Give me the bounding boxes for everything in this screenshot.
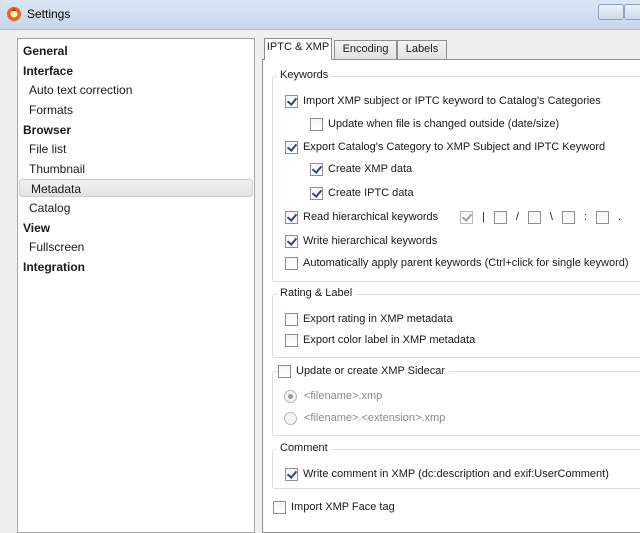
sidecar-label: Update or create XMP Sidecar (296, 365, 445, 377)
title-bar: Settings (0, 0, 640, 30)
separator-options: | / \ : . (460, 209, 630, 225)
auto-parent-row[interactable]: Automatically apply parent keywords (Ctr… (285, 255, 629, 271)
separator-pipe-label: | (482, 211, 485, 223)
sidecar-toggle-row[interactable]: Update or create XMP Sidecar (278, 363, 449, 379)
tab-iptc-xmp[interactable]: IPTC & XMP (264, 38, 332, 60)
export-rating-checkbox[interactable] (285, 312, 298, 326)
export-category-checkbox[interactable] (285, 140, 298, 154)
separator-colon-checkbox[interactable] (561, 210, 575, 224)
tree-item-general[interactable]: General (18, 42, 254, 60)
create-iptc-label: Create IPTC data (328, 187, 414, 199)
tree-item-view[interactable]: View (18, 219, 254, 237)
import-xmp-checkbox[interactable] (285, 94, 298, 108)
tree-item-browser[interactable]: Browser (18, 121, 254, 139)
read-hier-checkbox[interactable] (285, 210, 298, 224)
tree-item-thumbnail[interactable]: Thumbnail (18, 160, 254, 178)
create-xmp-label: Create XMP data (328, 163, 413, 175)
separator-slash-checkbox[interactable] (493, 210, 507, 224)
export-color-label: Export color label in XMP metadata (303, 334, 476, 346)
face-tag-label: Import XMP Face tag (291, 501, 395, 513)
sidecar-option2-row[interactable]: <filename>.<extension>.xmp (284, 410, 445, 426)
face-tag-row[interactable]: Import XMP Face tag (273, 499, 395, 515)
create-iptc-checkbox[interactable] (310, 186, 323, 200)
import-xmp-label: Import XMP subject or IPTC keyword to Ca… (303, 95, 601, 107)
create-xmp-checkbox[interactable] (310, 162, 323, 176)
minimize-button[interactable] (598, 4, 624, 20)
tree-item-fullscreen[interactable]: Fullscreen (18, 238, 254, 256)
tree-item-interface[interactable]: Interface (18, 62, 254, 80)
create-iptc-row[interactable]: Create IPTC data (310, 185, 414, 201)
export-rating-row[interactable]: Export rating in XMP metadata (285, 311, 453, 327)
write-hier-label: Write hierarchical keywords (303, 235, 438, 247)
sidecar-checkbox[interactable] (278, 364, 291, 378)
sidecar-option1-radio[interactable] (284, 389, 297, 403)
separator-backslash-label: \ (549, 211, 553, 223)
sidecar-option1-label: <filename>.xmp (304, 390, 383, 402)
sidecar-option2-label: <filename>.<extension>.xmp (304, 412, 446, 424)
sidecar-option1-row[interactable]: <filename>.xmp (284, 388, 382, 404)
export-category-label: Export Catalog's Category to XMP Subject… (303, 141, 606, 153)
update-outside-checkbox[interactable] (310, 117, 323, 131)
write-comment-row[interactable]: Write comment in XMP (dc:description and… (285, 466, 609, 482)
tree-item-metadata[interactable]: Metadata (19, 179, 253, 197)
read-hier-label: Read hierarchical keywords (303, 211, 439, 223)
tree-item-integration[interactable]: Integration (18, 258, 254, 276)
read-hier-row[interactable]: Read hierarchical keywords (285, 209, 438, 225)
import-xmp-row[interactable]: Import XMP subject or IPTC keyword to Ca… (285, 93, 601, 109)
window-title: Settings (27, 7, 71, 21)
separator-pipe-checkbox[interactable] (460, 210, 473, 224)
comment-group-title: Comment (277, 442, 331, 455)
create-xmp-row[interactable]: Create XMP data (310, 161, 412, 177)
tab-encoding[interactable]: Encoding (334, 40, 397, 59)
separator-dot-label: . (618, 211, 622, 223)
write-hier-row[interactable]: Write hierarchical keywords (285, 233, 437, 249)
rating-group-title: Rating & Label (277, 287, 356, 300)
tab-labels[interactable]: Labels (397, 40, 447, 59)
update-outside-row[interactable]: Update when file is changed outside (dat… (310, 116, 559, 132)
separator-slash-label: / (515, 211, 519, 223)
separator-dot-checkbox[interactable] (596, 210, 610, 224)
auto-parent-label: Automatically apply parent keywords (Ctr… (303, 257, 629, 269)
app-logo-icon (7, 7, 21, 21)
tree-item-catalog[interactable]: Catalog (18, 199, 254, 217)
update-outside-label: Update when file is changed outside (dat… (328, 118, 560, 130)
keywords-group-title: Keywords (277, 69, 332, 82)
export-category-row[interactable]: Export Catalog's Category to XMP Subject… (285, 139, 605, 155)
write-comment-checkbox[interactable] (285, 467, 298, 481)
maximize-button[interactable] (624, 4, 640, 20)
write-hier-checkbox[interactable] (285, 234, 298, 248)
separator-backslash-checkbox[interactable] (527, 210, 541, 224)
export-rating-label: Export rating in XMP metadata (303, 313, 453, 325)
tree-item-formats[interactable]: Formats (18, 101, 254, 119)
sidecar-option2-radio[interactable] (284, 411, 297, 425)
tree-item-auto-text-correction[interactable]: Auto text correction (18, 81, 254, 99)
export-color-checkbox[interactable] (285, 333, 298, 347)
write-comment-label: Write comment in XMP (dc:description and… (303, 468, 609, 480)
auto-parent-checkbox[interactable] (285, 256, 298, 270)
separator-colon-label: : (583, 211, 588, 223)
face-tag-checkbox[interactable] (273, 500, 286, 514)
tree-item-file-list[interactable]: File list (18, 140, 254, 158)
settings-tree: General Interface Auto text correction F… (17, 38, 255, 533)
export-color-row[interactable]: Export color label in XMP metadata (285, 332, 475, 348)
